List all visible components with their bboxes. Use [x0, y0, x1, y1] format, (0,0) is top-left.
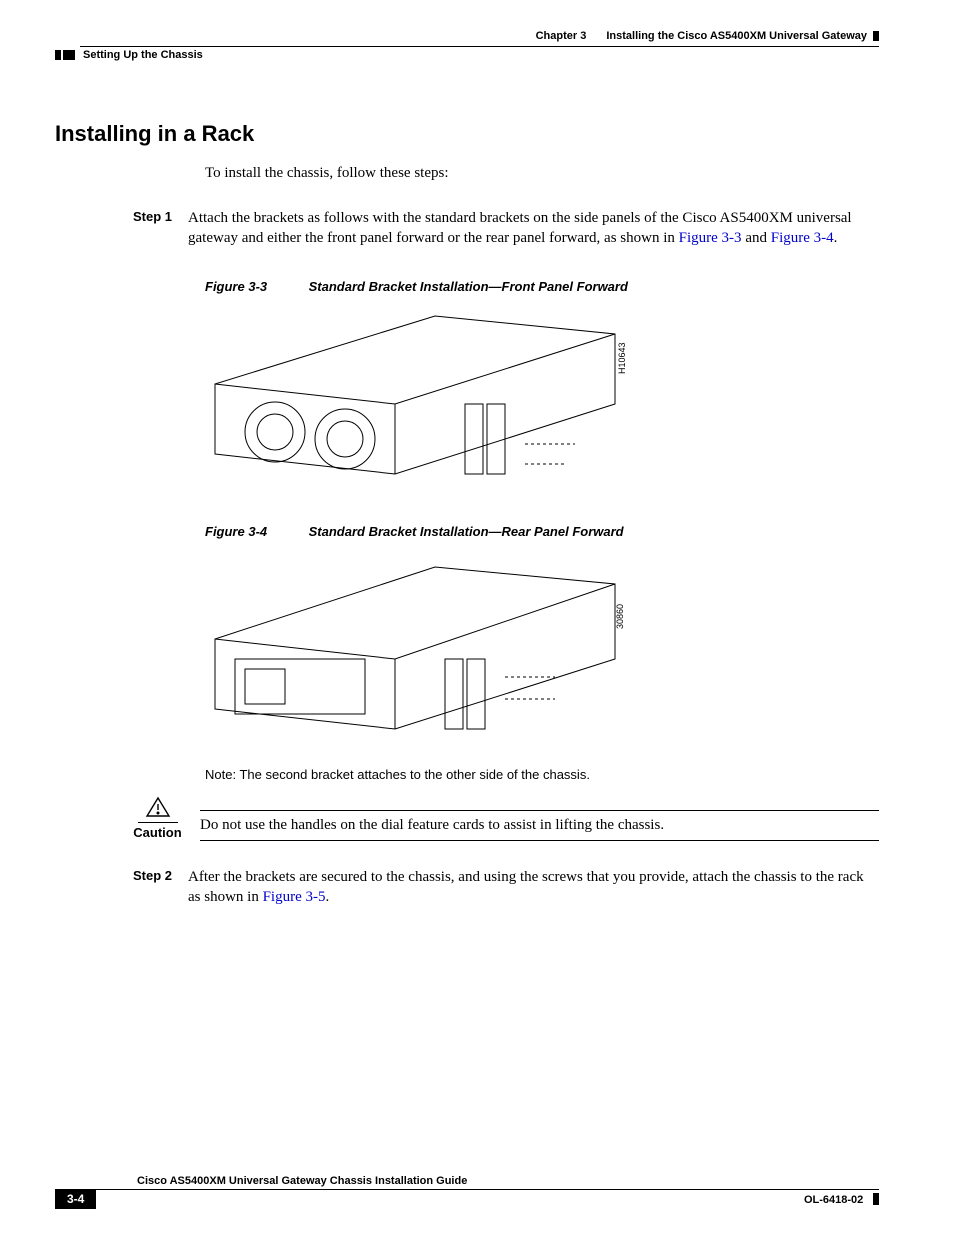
heading-installing-in-a-rack: Installing in a Rack: [55, 121, 879, 147]
figure-3-4-title: Standard Bracket Installation—Rear Panel…: [309, 524, 624, 539]
doc-id: OL-6418-02: [804, 1194, 863, 1206]
caution-bottom-rule: [200, 840, 879, 841]
link-figure-3-5[interactable]: Figure 3-5: [263, 889, 326, 905]
footer-doc-title: Cisco AS5400XM Universal Gateway Chassis…: [55, 1175, 879, 1187]
page-number: 3-4: [55, 1189, 96, 1209]
step-1-text-c: .: [834, 230, 838, 246]
figure-3-3-image: H10643: [205, 304, 879, 494]
step-1-text: Attach the brackets as follows with the …: [188, 208, 879, 249]
chassis-rear-illustration: 30860: [205, 549, 635, 749]
figure-3-4-number: Figure 3-4: [205, 524, 305, 539]
header-rule: [80, 46, 879, 47]
step-1: Step 1 Attach the brackets as follows wi…: [205, 208, 879, 249]
step-1-label: Step 1: [133, 208, 188, 224]
caution-label: Caution: [115, 825, 200, 840]
caution-left: Caution: [115, 796, 200, 840]
figure-3-3-code: H10643: [617, 342, 627, 374]
step-2-label: Step 2: [133, 867, 188, 883]
caution-block: Caution Do not use the handles on the di…: [115, 796, 879, 841]
section-header: Setting Up the Chassis: [55, 49, 879, 61]
caution-icon: [115, 796, 200, 822]
step-2-text: After the brackets are secured to the ch…: [188, 867, 879, 908]
figure-3-4-image: 30860: [205, 549, 879, 749]
figure-3-3-number: Figure 3-3: [205, 279, 305, 294]
caution-text: Do not use the handles on the dial featu…: [200, 817, 879, 840]
step-1-text-b: and: [742, 230, 771, 246]
section-title: Setting Up the Chassis: [83, 49, 203, 61]
chapter-title: Installing the Cisco AS5400XM Universal …: [606, 30, 867, 42]
figure-note: Note: The second bracket attaches to the…: [205, 767, 879, 782]
section-marker-icon: [55, 50, 61, 60]
body-content: To install the chassis, follow these ste…: [205, 165, 879, 907]
chassis-front-illustration: H10643: [205, 304, 635, 494]
footer-marker-icon: [873, 1193, 879, 1205]
page-header: Chapter 3 Installing the Cisco AS5400XM …: [55, 30, 879, 42]
caution-underline: [138, 822, 178, 823]
section-marker-icon: [63, 50, 75, 60]
step-2-text-b: .: [326, 889, 330, 905]
document-page: Chapter 3 Installing the Cisco AS5400XM …: [0, 0, 954, 1235]
caution-right: Do not use the handles on the dial featu…: [200, 796, 879, 841]
figure-3-4-code: 30860: [615, 603, 625, 628]
intro-text: To install the chassis, follow these ste…: [205, 165, 879, 182]
figure-3-3-title: Standard Bracket Installation—Front Pane…: [309, 279, 628, 294]
page-footer: Cisco AS5400XM Universal Gateway Chassis…: [55, 1175, 879, 1209]
footer-right: OL-6418-02: [804, 1191, 879, 1208]
footer-bottom-row: 3-4 OL-6418-02: [55, 1189, 879, 1209]
step-2: Step 2 After the brackets are secured to…: [205, 867, 879, 908]
header-marker-icon: [873, 31, 879, 41]
link-figure-3-4[interactable]: Figure 3-4: [771, 230, 834, 246]
caution-top-rule: [200, 810, 879, 811]
figure-3-3-caption: Figure 3-3 Standard Bracket Installation…: [205, 279, 879, 294]
chapter-label: Chapter 3: [536, 30, 587, 42]
figure-3-4-caption: Figure 3-4 Standard Bracket Installation…: [205, 524, 879, 539]
link-figure-3-3[interactable]: Figure 3-3: [679, 230, 742, 246]
